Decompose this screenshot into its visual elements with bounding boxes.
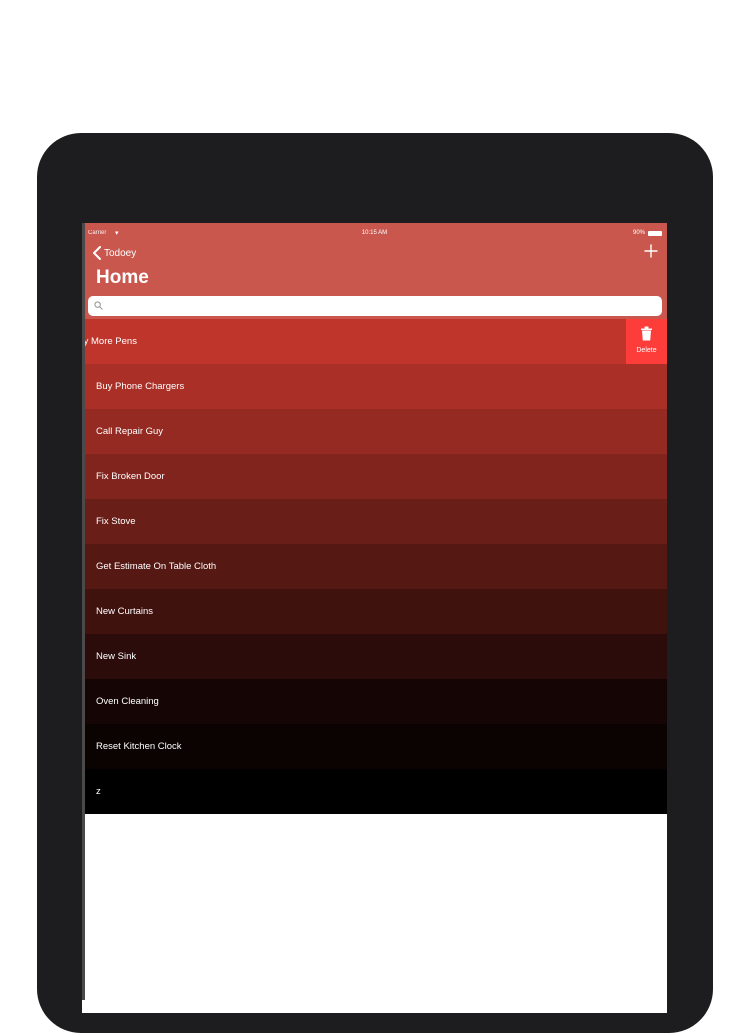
- status-bar: Carrier ▾ 10:15 AM 90%: [82, 223, 667, 243]
- list-item-label: Fix Broken Door: [96, 471, 165, 482]
- list-item[interactable]: Reset Kitchen Clock: [82, 724, 667, 769]
- list-item[interactable]: Call Repair Guy: [82, 409, 667, 454]
- screen-bezel-edge: [82, 223, 85, 1000]
- back-button[interactable]: Todoey: [92, 243, 136, 263]
- add-icon[interactable]: [643, 243, 659, 259]
- chevron-left-icon: [93, 246, 101, 260]
- page-title: Home: [96, 267, 149, 288]
- list-item-label: Call Repair Guy: [96, 426, 164, 437]
- list-item-label: Buy Phone Chargers: [96, 381, 185, 392]
- list-item-label: New Sink: [96, 651, 137, 662]
- list-item[interactable]: Oven Cleaning: [82, 679, 667, 724]
- battery-icon: [648, 231, 662, 236]
- todo-list: Buy More Pens Delete Buy Phone Chargers …: [82, 319, 667, 814]
- search-icon: [94, 301, 103, 310]
- battery-percent: 90%: [632, 230, 645, 236]
- app-screen: Carrier ▾ 10:15 AM 90% Todoey Home Buy: [82, 223, 667, 1013]
- list-item[interactable]: Buy More Pens Delete: [82, 319, 667, 364]
- list-item[interactable]: Get Estimate On Table Cloth: [82, 544, 667, 589]
- trash-icon: [641, 326, 652, 341]
- list-item-label: Buy More Pens: [82, 336, 137, 347]
- list-item-label: New Curtains: [96, 606, 154, 617]
- list-item-label: Get Estimate On Table Cloth: [96, 561, 217, 572]
- list-item[interactable]: Buy Phone Chargers: [82, 364, 667, 409]
- list-item[interactable]: New Curtains: [82, 589, 667, 634]
- list-item-label: Oven Cleaning: [96, 696, 159, 707]
- list-item[interactable]: New Sink: [82, 634, 667, 679]
- list-item-label: Fix Stove: [96, 516, 136, 527]
- list-item-label: z: [96, 786, 101, 797]
- list-item-label: Reset Kitchen Clock: [96, 741, 182, 752]
- search-input[interactable]: [106, 298, 646, 314]
- navigation-header: Carrier ▾ 10:15 AM 90% Todoey Home: [82, 223, 667, 319]
- list-item[interactable]: Fix Stove: [82, 499, 667, 544]
- delete-button-label: Delete: [636, 347, 657, 354]
- list-item[interactable]: Fix Broken Door: [82, 454, 667, 499]
- status-time: 10:15 AM: [361, 230, 388, 236]
- delete-button[interactable]: Delete: [626, 319, 667, 364]
- back-button-label: Todoey: [104, 247, 137, 259]
- list-item[interactable]: z: [82, 769, 667, 814]
- search-bar[interactable]: [88, 296, 662, 316]
